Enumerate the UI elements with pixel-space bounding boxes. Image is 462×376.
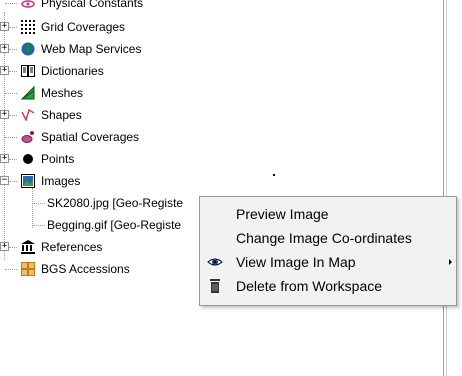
- menu-item-label: Change Image Co-ordinates: [236, 230, 412, 246]
- tree-item-label: Begging.gif [Geo-Registe: [47, 218, 182, 232]
- tree-connector: [5, 269, 17, 270]
- expand-toggle[interactable]: +: [0, 242, 9, 251]
- references-icon: [21, 240, 35, 254]
- expand-toggle[interactable]: +: [0, 44, 9, 53]
- submenu-arrow-icon: [449, 259, 452, 265]
- globe-icon: [21, 42, 35, 56]
- tree-connector: [33, 225, 45, 226]
- splitter-line: [446, 0, 447, 376]
- expand-toggle[interactable]: +: [0, 110, 9, 119]
- menu-item-label: Delete from Workspace: [236, 278, 383, 294]
- tree-item-label: Meshes: [41, 86, 84, 100]
- tree-item-label: BGS Accessions: [41, 262, 130, 276]
- images-icon: [21, 174, 35, 188]
- tree-item-label: References: [41, 240, 103, 254]
- tree-item-dictionaries[interactable]: + Dictionaries: [0, 60, 300, 82]
- point-icon: [23, 154, 33, 164]
- workspace-tree: Physical Constants + Grid Coverages + We…: [0, 0, 440, 376]
- workspace-panel: Physical Constants + Grid Coverages + We…: [0, 0, 462, 376]
- tree-connector: [5, 3, 17, 4]
- mouse-cursor-dot: [273, 174, 275, 176]
- collapse-toggle[interactable]: −: [0, 176, 9, 185]
- trash-icon: [210, 279, 220, 293]
- tree-connector: [9, 159, 17, 160]
- tree-item-web-map-services[interactable]: + Web Map Services: [0, 38, 300, 60]
- expand-toggle[interactable]: +: [0, 22, 9, 31]
- dictionary-icon: [21, 65, 35, 77]
- tree-item-label: SK2080.jpg [Geo-Registe: [47, 196, 184, 210]
- menu-item-delete-from-workspace[interactable]: Delete from Workspace: [200, 274, 456, 298]
- tree-item-label: Dictionaries: [41, 64, 104, 78]
- tree-connector: [9, 27, 17, 28]
- tree-item-grid-coverages[interactable]: + Grid Coverages: [0, 16, 300, 38]
- shapes-icon: [21, 108, 35, 121]
- menu-item-change-image-coordinates[interactable]: Change Image Co-ordinates: [200, 226, 456, 250]
- tree-item-label: Web Map Services: [41, 42, 142, 56]
- tree-connector: [5, 93, 17, 94]
- tree-item-label: Grid Coverages: [41, 20, 126, 34]
- tree-connector: [5, 137, 17, 138]
- tree-connector: [9, 49, 17, 50]
- tree-item-label: Points: [41, 152, 75, 166]
- tree-connector: [9, 247, 17, 248]
- menu-item-label: View Image In Map: [236, 254, 356, 270]
- eye-icon: [207, 258, 223, 266]
- tree-connector: [9, 71, 17, 72]
- tree-item-shapes[interactable]: + Shapes: [0, 104, 300, 126]
- splitter-line: [443, 0, 444, 376]
- expand-toggle[interactable]: +: [0, 66, 9, 75]
- grid-coverages-icon: [21, 20, 35, 34]
- tree-item-meshes[interactable]: Meshes: [0, 82, 300, 104]
- tree-item-label: Spatial Coverages: [41, 130, 140, 144]
- tree-connector: [9, 181, 17, 182]
- physical-constants-icon: [21, 0, 35, 8]
- tree-connector: [33, 203, 45, 204]
- tree-item-points[interactable]: + Points: [0, 148, 300, 170]
- tree-item-physical-constants[interactable]: Physical Constants: [0, 0, 300, 14]
- expand-toggle[interactable]: +: [0, 154, 9, 163]
- context-menu: Preview Image Change Image Co-ordinates …: [199, 196, 457, 306]
- panel-splitter[interactable]: [440, 0, 462, 376]
- mesh-icon: [21, 86, 35, 100]
- tree-item-spatial-coverages[interactable]: Spatial Coverages: [0, 126, 300, 148]
- tree-connector: [9, 115, 17, 116]
- bgs-accessions-icon: [21, 262, 35, 276]
- menu-item-label: Preview Image: [236, 206, 329, 222]
- menu-item-view-image-in-map[interactable]: View Image In Map: [200, 250, 456, 274]
- spatial-coverages-icon: [21, 131, 34, 143]
- tree-item-label: Physical Constants: [41, 0, 144, 10]
- tree-item-label: Shapes: [41, 108, 82, 122]
- tree-item-label: Images: [41, 174, 81, 188]
- tree-item-images[interactable]: − Images: [0, 170, 300, 192]
- menu-item-preview-image[interactable]: Preview Image: [200, 202, 456, 226]
